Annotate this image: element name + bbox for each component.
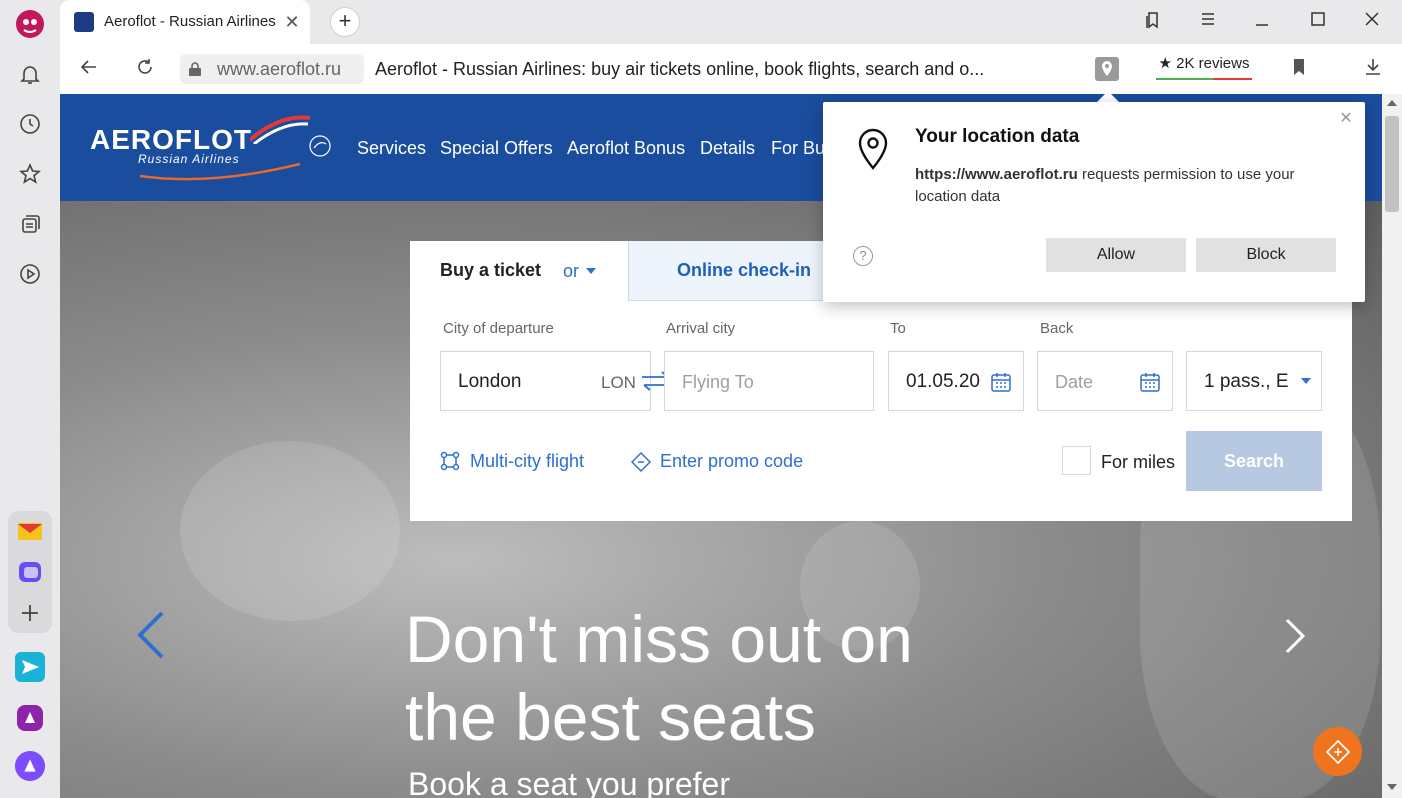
popup-site: https://www.aeroflot.ru <box>915 166 1078 183</box>
scrollbar-thumb[interactable] <box>1385 116 1399 212</box>
menu-icon[interactable] <box>1196 10 1220 34</box>
popup-close-icon[interactable]: ✕ <box>1337 110 1355 128</box>
arrival-placeholder: Flying To <box>682 372 754 392</box>
address-bar: www.aeroflot.ru Aeroflot - Russian Airli… <box>60 44 1402 94</box>
notifications-icon[interactable] <box>14 58 46 90</box>
back-date-field[interactable]: Date <box>1037 351 1173 411</box>
scroll-up-icon[interactable] <box>1387 100 1397 106</box>
back-label: Back <box>1040 320 1074 337</box>
maximize-icon[interactable] <box>1306 10 1330 34</box>
bookmark-icon[interactable] <box>1287 57 1311 81</box>
video-icon[interactable] <box>14 258 46 290</box>
close-icon[interactable] <box>1360 10 1384 34</box>
scroll-down-icon[interactable] <box>1387 784 1397 790</box>
bookmark-tabs-icon[interactable] <box>1141 10 1165 34</box>
to-label: To <box>890 320 906 337</box>
collections-icon[interactable] <box>14 208 46 240</box>
departure-code: LON <box>601 373 636 392</box>
page-scrollbar[interactable] <box>1382 94 1402 798</box>
block-button[interactable]: Block <box>1196 238 1336 272</box>
carousel-prev-icon[interactable] <box>134 611 168 659</box>
back-arrow-icon[interactable] <box>77 57 101 81</box>
promo-code-link[interactable]: Enter promo code <box>660 451 803 472</box>
for-miles-checkbox[interactable] <box>1062 446 1091 475</box>
ticket-fab-button[interactable] <box>1313 727 1362 776</box>
tab-title: Aeroflot - Russian Airlines <box>104 13 276 30</box>
download-icon[interactable] <box>1361 57 1385 81</box>
profile-avatar-icon[interactable] <box>14 8 46 40</box>
aeroflot-favicon-icon <box>74 12 94 32</box>
promo-tag-icon[interactable] <box>630 451 652 473</box>
tab-aeroflot[interactable]: Aeroflot - Russian Airlines ✕ <box>60 0 310 44</box>
nav-special-offers[interactable]: Special Offers <box>440 138 553 159</box>
send-icon[interactable] <box>14 651 46 683</box>
logo-wing-icon <box>250 115 310 144</box>
to-date-value: 01.05.20 <box>906 371 980 392</box>
reviews-text: ★ 2K reviews <box>1158 55 1250 72</box>
reload-icon[interactable] <box>133 57 157 81</box>
location-pin-icon[interactable] <box>1095 57 1119 81</box>
domain-text: www.aeroflot.ru <box>217 59 342 79</box>
departure-label: City of departure <box>443 320 554 337</box>
tab-buy-label: Buy a ticket <box>440 260 542 280</box>
browser-sidebar <box>0 0 60 798</box>
location-permission-popup: Your location data https://www.aeroflot.… <box>823 102 1365 302</box>
arrival-field[interactable]: Flying To <box>664 351 874 411</box>
reviews-badge[interactable]: ★ 2K reviews <box>1156 54 1252 84</box>
back-date-placeholder: Date <box>1055 372 1094 392</box>
help-icon[interactable]: ? <box>853 246 873 266</box>
address-page-title[interactable]: Aeroflot - Russian Airlines: buy air tic… <box>375 59 1075 80</box>
rating-bar <box>1156 78 1252 80</box>
multi-city-link[interactable]: Multi-city flight <box>470 451 584 472</box>
allow-button[interactable]: Allow <box>1046 238 1186 272</box>
calendar-icon[interactable] <box>991 372 1011 392</box>
hero-subline: Book a seat you prefer <box>408 766 730 798</box>
tab-checkin-label: Online check-in <box>677 260 812 280</box>
tab-buy-ticket[interactable]: Buy a ticket or <box>410 241 628 301</box>
departure-value: London <box>458 371 522 392</box>
popup-title: Your location data <box>915 126 1080 147</box>
search-button[interactable]: Search <box>1186 431 1322 491</box>
tab-strip: Aeroflot - Russian Airlines ✕ + <box>60 0 1402 44</box>
add-icon[interactable] <box>14 597 46 629</box>
popup-description: https://www.aeroflot.ru requests permiss… <box>915 164 1345 208</box>
hero-headline-line1: Don't miss out on <box>405 602 913 676</box>
minimize-icon[interactable] <box>1250 10 1274 34</box>
tab-close-icon[interactable]: ✕ <box>282 12 302 32</box>
nav-services[interactable]: Services <box>357 138 426 159</box>
nav-details[interactable]: Details <box>700 138 755 159</box>
alice-icon[interactable] <box>14 750 46 782</box>
history-icon[interactable] <box>14 108 46 140</box>
carousel-next-icon[interactable] <box>1284 618 1306 654</box>
for-miles-label: For miles <box>1101 452 1176 472</box>
domain-pill[interactable]: www.aeroflot.ru <box>180 54 364 84</box>
location-pin-icon <box>858 128 888 170</box>
calendar-icon[interactable] <box>1140 372 1160 392</box>
passengers-value: 1 pass., E <box>1204 371 1289 392</box>
hero-headline-line2: the best seats <box>405 680 816 754</box>
lock-icon <box>188 61 202 77</box>
logo-swoosh-icon <box>140 162 300 181</box>
passengers-select[interactable]: 1 pass., E <box>1186 351 1322 411</box>
chevron-down-icon[interactable] <box>1301 378 1311 384</box>
chevron-down-icon[interactable] <box>586 268 596 274</box>
nav-for-business[interactable]: For Bu <box>771 138 825 159</box>
app-icon[interactable] <box>14 702 46 734</box>
skyteam-icon <box>309 135 331 157</box>
favorites-icon[interactable] <box>14 158 46 190</box>
arrival-label: Arrival city <box>666 320 736 337</box>
ticket-icon <box>1325 739 1351 765</box>
departure-field[interactable]: London LON <box>440 351 651 411</box>
multi-city-icon[interactable] <box>440 451 460 471</box>
new-tab-button[interactable]: + <box>330 7 360 37</box>
to-date-field[interactable]: 01.05.20 <box>888 351 1024 411</box>
mail-icon[interactable] <box>14 515 46 547</box>
tab-or-label[interactable]: or <box>563 261 579 282</box>
messenger-icon[interactable] <box>14 556 46 588</box>
nav-aeroflot-bonus[interactable]: Aeroflot Bonus <box>567 138 685 159</box>
